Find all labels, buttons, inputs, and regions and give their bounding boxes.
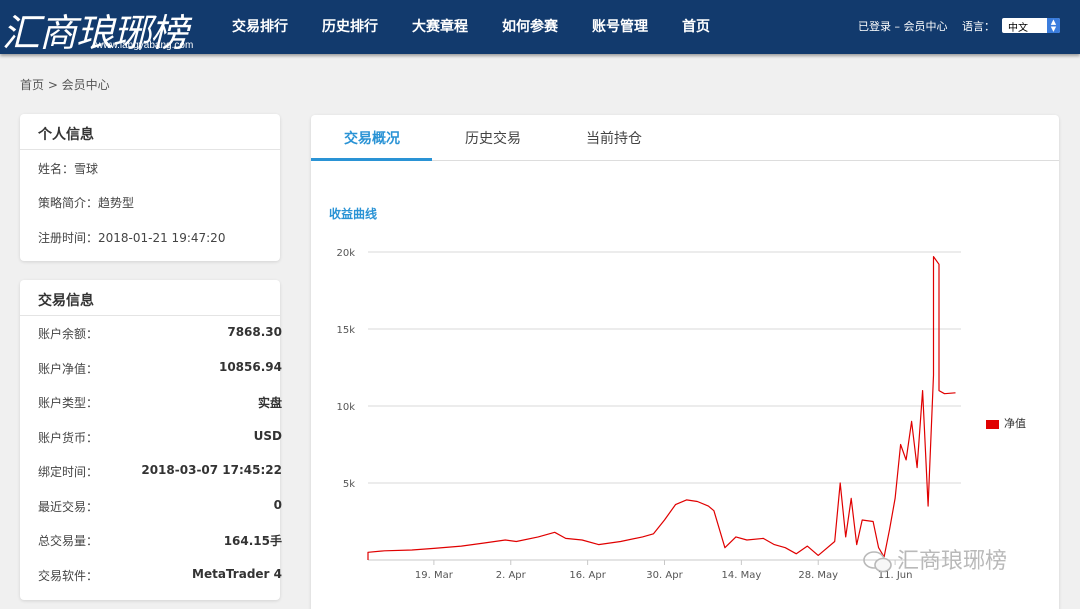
trade-row-total-volume: 总交易量： 164.15手	[38, 532, 282, 548]
series-line-equity	[367, 256, 956, 560]
trade-row-value: MetaTrader 4	[192, 567, 282, 581]
trade-row-software: 交易软件： MetaTrader 4	[38, 567, 282, 583]
trade-row-bind-time: 绑定时间： 2018-03-07 17:45:22	[38, 463, 282, 479]
y-tick-label: 10k	[336, 402, 355, 413]
site-logo[interactable]: 汇商琅琊榜 www.langyabang.com	[0, 0, 210, 55]
chart-legend[interactable]: 净值	[986, 415, 1026, 431]
trade-info-card: 交易信息 账户余额： 7868.30 账户净值： 10856.94 账户类型： …	[20, 280, 282, 600]
trade-row-value: USD	[253, 429, 282, 443]
logo-url: www.langyabang.com	[96, 40, 194, 51]
trade-row-label: 总交易量：	[38, 534, 99, 548]
breadcrumb: 首页 > 会员中心	[20, 78, 110, 92]
trade-info-title: 交易信息	[20, 280, 280, 316]
nav-trade-ranking[interactable]: 交易排行	[232, 16, 288, 36]
personal-info-card: 个人信息 姓名：雪球 策略简介：趋势型 注册时间：2018-01-21 19:4…	[20, 114, 280, 261]
trade-row-value: 0	[273, 498, 282, 512]
active-tab-indicator	[311, 158, 432, 161]
trade-row-label: 账户余额：	[38, 327, 99, 341]
tab-current-positions[interactable]: 当前持仓	[586, 128, 642, 148]
trade-row-value: 7868.30	[227, 325, 282, 339]
trade-row-label: 交易软件：	[38, 569, 99, 583]
member-center-link[interactable]: 已登录 – 会员中心	[858, 18, 948, 34]
trade-row-label: 绑定时间：	[38, 465, 99, 479]
chart-title: 收益曲线	[329, 207, 378, 221]
tab-trade-overview[interactable]: 交易概况	[344, 128, 400, 148]
legend-label: 净值	[1004, 417, 1026, 430]
personal-info-title: 个人信息	[20, 114, 280, 150]
trade-row-value: 2018-03-07 17:45:22	[141, 463, 282, 477]
trade-row-value: 164.15手	[223, 534, 282, 548]
trade-row-label: 账户净值：	[38, 362, 99, 376]
language-label: 语言：	[962, 20, 995, 33]
trade-row-value: 实盘	[257, 396, 282, 410]
tab-bar: 交易概况 历史交易 当前持仓	[311, 115, 1059, 161]
watermark-text: 汇商琅琊榜	[897, 549, 1008, 574]
watermark: 汇商琅琊榜	[863, 543, 1007, 575]
trade-row-recent-trades: 最近交易： 0	[38, 498, 282, 514]
info-strategy: 策略简介：趋势型	[38, 196, 135, 210]
trade-row-label: 账户类型：	[38, 396, 99, 410]
x-tick-label: 14. May	[721, 570, 761, 581]
trade-row-account-type: 账户类型： 实盘	[38, 394, 282, 410]
trade-row-equity: 账户净值： 10856.94	[38, 360, 282, 376]
nav-history-ranking[interactable]: 历史排行	[322, 16, 378, 36]
info-register-time: 注册时间：2018-01-21 19:47:20	[38, 231, 226, 245]
x-tick-label: 16. Apr	[569, 570, 606, 581]
y-tick-label: 20k	[336, 248, 355, 259]
trade-row-label: 账户货币：	[38, 431, 99, 445]
y-tick-label: 5k	[343, 479, 355, 490]
legend-swatch	[986, 419, 999, 429]
nav-how-to-join[interactable]: 如何参赛	[502, 16, 558, 36]
trade-row-value: 10856.94	[218, 360, 282, 374]
y-tick-label: 15k	[336, 325, 355, 336]
select-arrows-icon: ▲ ▼	[1047, 18, 1060, 33]
main-panel: 交易概况 历史交易 当前持仓 收益曲线 5k 10k 15k 20k 19. Mar 2.…	[311, 115, 1059, 609]
wechat-icon	[863, 551, 892, 573]
info-name: 姓名：雪球	[38, 162, 99, 176]
nav-home[interactable]: 首页	[682, 16, 710, 36]
language-select[interactable]: 中文 ▲ ▼	[1002, 18, 1060, 34]
tab-history-trades[interactable]: 历史交易	[465, 128, 521, 148]
trade-row-label: 最近交易：	[38, 500, 99, 514]
x-tick-label: 30. Apr	[646, 570, 683, 581]
trade-row-balance: 账户余额： 7868.30	[38, 325, 282, 341]
x-tick-label: 2. Apr	[496, 570, 527, 581]
trade-row-currency: 账户货币： USD	[38, 429, 282, 445]
nav-contest-rules[interactable]: 大赛章程	[412, 16, 468, 36]
language-value: 中文	[1008, 23, 1028, 34]
x-tick-label: 28. May	[798, 570, 838, 581]
top-navigation-bar: 汇商琅琊榜 www.langyabang.com 交易排行 历史排行 大赛章程 …	[0, 0, 1080, 55]
x-tick-label: 19. Mar	[415, 570, 454, 581]
nav-account-management[interactable]: 账号管理	[592, 16, 648, 36]
